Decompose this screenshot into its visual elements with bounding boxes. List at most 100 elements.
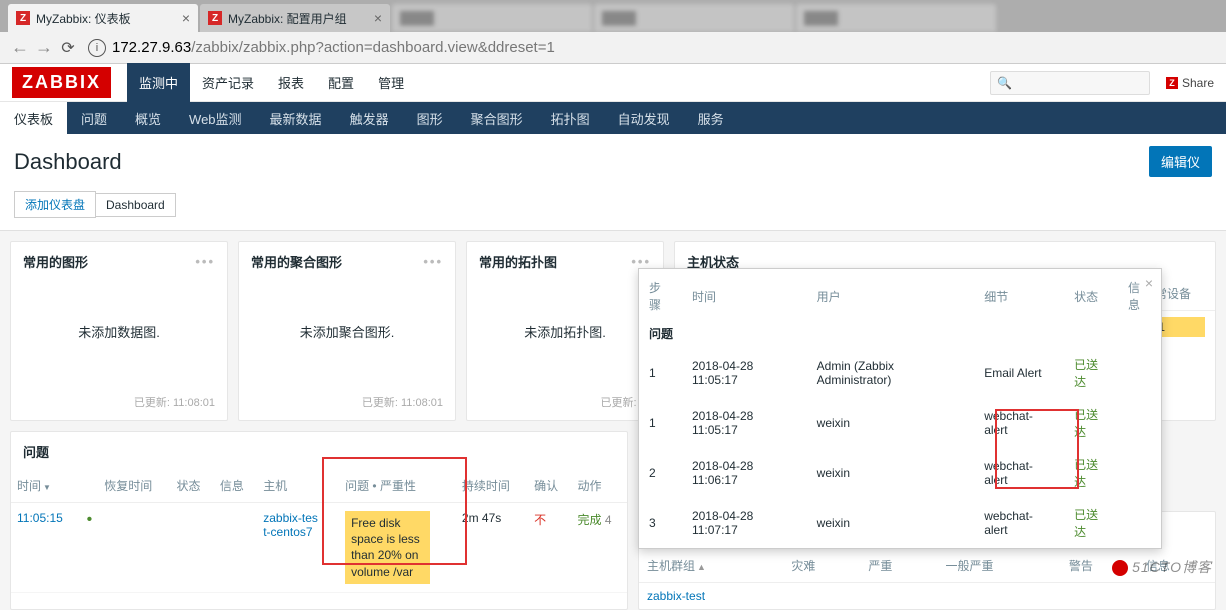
close-icon[interactable]: ×	[374, 10, 382, 26]
col-high: 严重	[860, 547, 937, 583]
url-text: 172.27.9.63/zabbix/zabbix.php?action=das…	[112, 39, 555, 56]
menu-administration[interactable]: 管理	[366, 63, 416, 102]
table-row: 32018-04-28 11:07:17weixinwebchat-alert已…	[639, 498, 1161, 548]
menu-reports[interactable]: 报表	[266, 63, 316, 102]
col-average: 一般严重	[938, 547, 1061, 583]
sort-icon[interactable]: ▲	[697, 562, 706, 572]
subnav-latest[interactable]: 最新数据	[256, 102, 336, 134]
col-user: 用户	[807, 269, 975, 321]
menu-monitoring[interactable]: 监测中	[127, 63, 190, 102]
widget-title: 问题	[23, 442, 49, 461]
crumb-add[interactable]: 添加仪表盘	[14, 191, 96, 218]
duration-cell: 2m 47s	[456, 503, 528, 593]
subnav-triggers[interactable]: 触发器	[336, 102, 403, 134]
col-actions: 动作	[572, 467, 627, 503]
crumb-current[interactable]: Dashboard	[95, 193, 176, 217]
sort-desc-icon: ▼	[43, 483, 51, 492]
col-status: 状态	[171, 467, 214, 503]
search-input[interactable]: 🔍	[990, 71, 1150, 95]
reload-icon[interactable]: ⟳	[56, 38, 80, 58]
status-sent: 已送达	[1074, 408, 1098, 439]
browser-tab-blurred[interactable]: ████	[594, 4, 794, 32]
col-time: 时间	[682, 269, 807, 321]
action-done[interactable]: 完成	[578, 513, 602, 527]
problem-severity-cell[interactable]: Free disk space is less than 20% on volu…	[345, 511, 430, 584]
widget-empty-text: 未添加拓扑图.	[467, 277, 663, 386]
widget-problems: 问题 时间▼ 恢复时间 状态 信息 主机 问题 • 严重性 持续时间 确认 动作…	[10, 431, 628, 610]
widget-fav-screens: 常用的聚合图形••• 未添加聚合图形. 已更新: 11:08:01	[238, 241, 456, 421]
widget-menu-icon[interactable]: •••	[423, 254, 443, 269]
status-sent: 已送达	[1074, 358, 1098, 389]
widget-empty-text: 未添加聚合图形.	[239, 277, 455, 386]
col-step: 步骤	[639, 269, 682, 321]
table-row: 11:05:15 • zabbix-test-centos7 Free disk…	[11, 503, 627, 593]
close-icon[interactable]: ×	[1145, 275, 1153, 291]
host-link[interactable]: zabbix-test-centos7	[263, 511, 319, 539]
browser-tab-blurred[interactable]: ████	[392, 4, 592, 32]
status-sent: 已送达	[1074, 508, 1098, 539]
search-icon: 🔍	[997, 76, 1012, 90]
subnav-web[interactable]: Web监测	[175, 102, 256, 134]
widget-title: 常用的聚合图形	[251, 252, 342, 271]
browser-tab-1[interactable]: Z MyZabbix: 仪表板 ×	[8, 4, 198, 32]
subnav-problems[interactable]: 问题	[67, 102, 121, 134]
col-hostgroup: 主机群组▲	[639, 547, 783, 583]
breadcrumb: 添加仪表盘Dashboard	[0, 185, 1226, 231]
watermark: 51CTO博客	[1112, 557, 1212, 577]
subnav-dashboard[interactable]: 仪表板	[0, 102, 67, 134]
browser-address-bar: ← → ⟳ i 172.27.9.63/zabbix/zabbix.php?ac…	[0, 32, 1226, 64]
share-link[interactable]: ZShare	[1166, 76, 1214, 90]
widget-updated: 已更新: 11	[467, 386, 663, 420]
subnav-graphs[interactable]: 图形	[403, 102, 457, 134]
ack-link[interactable]: 不	[534, 513, 546, 527]
tab-title: MyZabbix: 配置用户组	[228, 10, 347, 27]
widget-updated: 已更新: 11:08:01	[11, 386, 227, 420]
popup-section: 问题	[639, 321, 1161, 348]
browser-tab-2[interactable]: Z MyZabbix: 配置用户组 ×	[200, 4, 390, 32]
action-count: 4	[605, 513, 612, 527]
problem-time-link[interactable]: 11:05:15	[17, 511, 63, 525]
subnav-overview[interactable]: 概览	[121, 102, 175, 134]
hostgroup-link[interactable]: zabbix-test	[647, 589, 705, 603]
close-icon[interactable]: ×	[182, 10, 190, 26]
back-icon[interactable]: ←	[8, 37, 32, 58]
widget-menu-icon[interactable]: •••	[195, 254, 215, 269]
col-status: 状态	[1064, 269, 1118, 321]
zabbix-logo[interactable]: ZABBIX	[12, 67, 111, 98]
menu-inventory[interactable]: 资产记录	[190, 63, 266, 102]
widget-menu-icon[interactable]: •••	[631, 254, 651, 269]
status-dot-icon: •	[87, 511, 93, 528]
problems-table: 时间▼ 恢复时间 状态 信息 主机 问题 • 严重性 持续时间 确认 动作 11…	[11, 467, 627, 593]
page-title: Dashboard	[14, 149, 122, 175]
widget-title: 常用的图形	[23, 252, 88, 271]
url-field[interactable]: i 172.27.9.63/zabbix/zabbix.php?action=d…	[88, 39, 1218, 57]
widget-fav-maps: 常用的拓扑图••• 未添加拓扑图. 已更新: 11	[466, 241, 664, 421]
table-row: 12018-04-28 11:05:17weixinwebchat-alert已…	[639, 398, 1161, 448]
subnav-discovery[interactable]: 自动发现	[604, 102, 684, 134]
subnav-maps[interactable]: 拓扑图	[537, 102, 604, 134]
col-info: 信息	[1118, 269, 1161, 321]
subnav-services[interactable]: 服务	[684, 102, 738, 134]
col-ack: 确认	[528, 467, 571, 503]
search-field[interactable]	[1016, 76, 1171, 90]
page-title-bar: Dashboard 编辑仪	[0, 134, 1226, 185]
forward-icon: →	[32, 37, 56, 58]
browser-tab-blurred[interactable]: ████	[796, 4, 996, 32]
zabbix-favicon-icon: Z	[208, 11, 222, 25]
site-info-icon[interactable]: i	[88, 39, 106, 57]
zabbix-header: ZABBIX 监测中 资产记录 报表 配置 管理 🔍 ZShare	[0, 64, 1226, 102]
col-time[interactable]: 时间▼	[11, 467, 81, 503]
popup-table: 步骤 时间 用户 细节 状态 信息 问题 12018-04-28 11:05:1…	[639, 269, 1161, 548]
col-duration: 持续时间	[456, 467, 528, 503]
table-row: zabbix-test	[639, 583, 1215, 610]
table-row: 12018-04-28 11:05:17Admin (Zabbix Admini…	[639, 348, 1161, 398]
col-problem-sev: 问题 • 严重性	[339, 467, 456, 503]
subnav-screens[interactable]: 聚合图形	[457, 102, 537, 134]
status-sent: 已送达	[1074, 458, 1098, 489]
widget-fav-graphs: 常用的图形••• 未添加数据图. 已更新: 11:08:01	[10, 241, 228, 421]
col-recovery: 恢复时间	[98, 467, 170, 503]
col-disaster: 灾难	[783, 547, 860, 583]
edit-dashboard-button[interactable]: 编辑仪	[1149, 146, 1212, 177]
col-host: 主机	[257, 467, 339, 503]
menu-configuration[interactable]: 配置	[316, 63, 366, 102]
